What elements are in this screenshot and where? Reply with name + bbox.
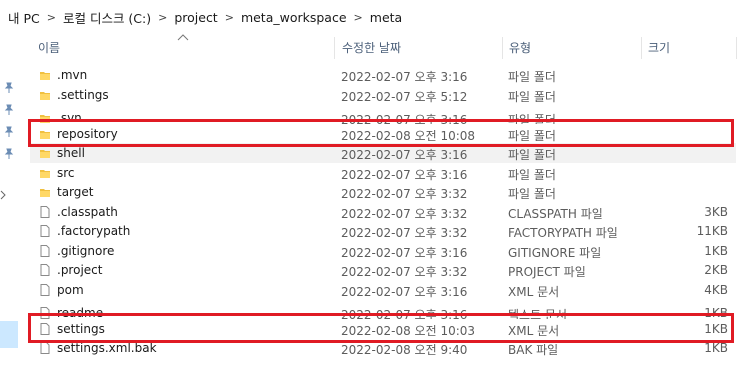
file-name: .gitignore [57, 243, 115, 258]
file-type: XML 문서 [508, 284, 560, 299]
file-name: src [57, 165, 75, 180]
chevron-right-icon[interactable]: > [47, 11, 56, 24]
list-item[interactable]: .classpath 2022-02-07 오후 3:32 CLASSPATH … [30, 202, 736, 222]
folder-icon [40, 169, 50, 178]
file-name: .project [57, 263, 103, 277]
file-size: 1KB [704, 341, 728, 355]
file-size: 4KB [704, 282, 728, 297]
file-type: CLASSPATH 파일 [508, 206, 603, 221]
folder-icon [40, 72, 50, 80]
chevron-right-icon[interactable]: > [158, 11, 167, 24]
file-name: pom [57, 282, 84, 297]
column-header-type[interactable]: 유형 [509, 39, 531, 59]
chevron-right-icon[interactable]: > [225, 11, 234, 24]
file-name: .mvn [57, 68, 88, 82]
list-item[interactable]: .settings 2022-02-07 오후 5:12 파일 폴더 [30, 85, 736, 105]
breadcrumb: 내 PC > 로컬 디스크 (C:) > project > meta_work… [0, 0, 750, 34]
folder-icon [40, 150, 50, 158]
pin-icon[interactable] [4, 126, 14, 137]
file-type: 파일 폴더 [508, 70, 556, 84]
column-header-size[interactable]: 크기 [648, 39, 670, 59]
file-modified: 2022-02-07 오후 3:16 [341, 167, 468, 182]
folder-icon [40, 91, 50, 100]
file-modified: 2022-02-07 오후 3:32 [341, 187, 468, 201]
file-type: 파일 폴더 [508, 148, 556, 162]
file-icon [40, 244, 50, 257]
file-name: .settings [57, 87, 109, 102]
list-item[interactable]: target 2022-02-07 오후 3:32 파일 폴더 [30, 182, 736, 202]
file-icon [40, 342, 50, 354]
list-item[interactable]: .project 2022-02-07 오후 3:32 PROJECT 파일 2… [30, 260, 736, 280]
list-item[interactable]: .mvn 2022-02-07 오후 3:16 파일 폴더 [30, 65, 736, 85]
folder-icon [40, 189, 50, 197]
chevron-right-icon[interactable]: > [354, 11, 363, 24]
nav-selected-item[interactable] [0, 321, 18, 348]
file-modified: 2022-02-07 오후 3:32 [341, 265, 468, 279]
column-divider[interactable] [334, 37, 335, 59]
column-header-name[interactable]: 이름 [38, 39, 60, 59]
file-modified: 2022-02-07 오후 3:16 [341, 245, 468, 260]
list-item[interactable]: .gitignore 2022-02-07 오후 3:16 GITIGNORE … [30, 241, 736, 261]
sort-ascending-icon[interactable] [176, 33, 190, 41]
file-type: 파일 폴더 [508, 167, 556, 182]
file-modified: 2022-02-07 오후 3:32 [341, 226, 468, 240]
file-type: FACTORYPATH 파일 [508, 226, 618, 240]
file-modified: 2022-02-07 오후 3:16 [341, 70, 468, 84]
file-icon [40, 225, 50, 237]
file-type: PROJECT 파일 [508, 265, 586, 279]
file-type: GITIGNORE 파일 [508, 245, 602, 260]
pin-icon[interactable] [4, 148, 14, 159]
file-modified: 2022-02-08 오전 9:40 [341, 343, 468, 357]
file-type: BAK 파일 [508, 343, 559, 357]
column-divider[interactable] [641, 37, 642, 59]
file-modified: 2022-02-07 오후 3:32 [341, 206, 468, 221]
pin-icon[interactable] [4, 82, 14, 93]
expand-arrow-icon[interactable] [0, 190, 6, 200]
pin-icon[interactable] [4, 104, 14, 115]
file-modified: 2022-02-07 오후 3:16 [341, 284, 468, 299]
file-size: 1KB [704, 243, 728, 258]
list-item[interactable]: src 2022-02-07 오후 3:16 파일 폴더 [30, 163, 736, 183]
file-name: target [57, 185, 94, 199]
breadcrumb-item-local-disk[interactable]: 로컬 디스크 (C:) [63, 8, 151, 27]
file-size: 2KB [704, 263, 728, 277]
file-name: .factorypath [57, 224, 131, 238]
file-size: 3KB [704, 204, 728, 219]
annotation-box-settings [28, 313, 734, 343]
breadcrumb-item-meta-workspace[interactable]: meta_workspace [241, 10, 347, 25]
file-modified: 2022-02-07 오후 3:16 [341, 148, 468, 162]
breadcrumb-item-meta[interactable]: meta [370, 10, 402, 25]
breadcrumb-item-project[interactable]: project [174, 10, 217, 25]
list-item[interactable]: pom 2022-02-07 오후 3:16 XML 문서 4KB [30, 280, 736, 300]
list-item[interactable]: .factorypath 2022-02-07 오후 3:32 FACTORYP… [30, 221, 736, 241]
column-divider[interactable] [502, 37, 503, 59]
file-icon [40, 205, 50, 218]
column-divider[interactable] [736, 37, 737, 59]
file-icon [40, 264, 50, 276]
file-type: 파일 폴더 [508, 89, 556, 104]
navigation-pane [0, 34, 18, 374]
file-type: 파일 폴더 [508, 187, 556, 201]
annotation-box-repository [28, 119, 734, 147]
file-name: .classpath [57, 204, 118, 219]
column-header-modified[interactable]: 수정한 날짜 [342, 39, 401, 59]
file-name: settings.xml.bak [57, 341, 157, 355]
file-name: shell [57, 146, 85, 160]
file-modified: 2022-02-07 오후 5:12 [341, 89, 468, 104]
file-size: 11KB [696, 224, 728, 238]
file-icon [40, 283, 50, 296]
breadcrumb-item-this-pc[interactable]: 내 PC [8, 8, 40, 27]
